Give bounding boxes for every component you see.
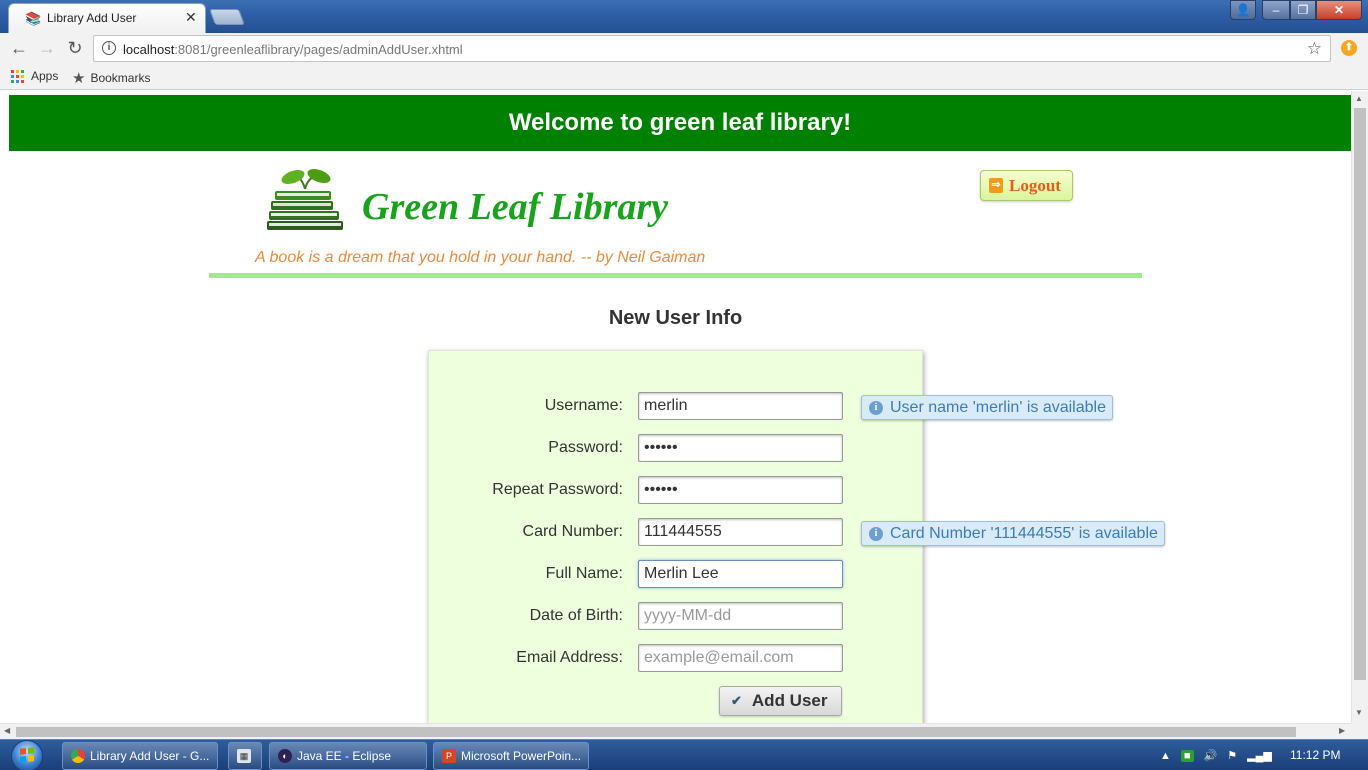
full-name-label: Full Name: — [545, 565, 623, 582]
windows-flag-icon — [20, 747, 34, 763]
card-number-message-text: Card Number '111444555' is available — [890, 524, 1158, 542]
windows-taskbar: Library Add User - G... ▦ ◐ Java EE - Ec… — [0, 739, 1368, 770]
tab-close-icon[interactable]: ✕ — [185, 9, 197, 26]
info-icon: i — [869, 400, 883, 415]
site-info-icon[interactable]: i — [102, 41, 116, 55]
repeat-password-label: Repeat Password: — [492, 481, 623, 498]
reload-icon[interactable]: ↻ — [65, 38, 85, 58]
minimize-button[interactable]: – — [1262, 0, 1290, 20]
show-hidden-icons-icon[interactable]: ▲ — [1160, 750, 1171, 762]
page-viewport: Welcome to green leaf library! Green Lea… — [0, 91, 1368, 723]
date-of-birth-input[interactable] — [638, 602, 843, 630]
star-icon: ★ — [72, 70, 86, 87]
email-input[interactable] — [638, 644, 843, 672]
url-path: :8081/greenleaflibrary/pages/adminAddUse… — [174, 42, 463, 57]
browser-tab[interactable]: 📚 Library Add User ✕ — [8, 3, 206, 33]
system-tray: ▲ ■ 🔊 ⚑ ▂▄▆ — [1160, 740, 1282, 770]
password-label: Password: — [548, 439, 623, 456]
scroll-left-arrow-icon[interactable]: ◀ — [4, 726, 10, 735]
forward-arrow-icon[interactable]: → — [37, 38, 57, 58]
checkmark-icon: ✔ — [731, 693, 742, 708]
exit-icon: ⇒ — [989, 178, 1003, 193]
scrollbar-corner — [1351, 723, 1368, 739]
card-number-label: Card Number: — [522, 523, 623, 540]
start-button[interactable] — [8, 740, 46, 770]
card-number-available-message: i Card Number '111444555' is available — [861, 521, 1165, 546]
apps-shortcut[interactable]: Apps — [11, 69, 58, 83]
library-brand-title: Green Leaf Library — [362, 186, 669, 228]
new-tab-button[interactable] — [209, 9, 245, 25]
scroll-down-arrow-icon[interactable]: ▼ — [1355, 708, 1363, 717]
taskbar-item-powerpoint[interactable]: P Microsoft PowerPoin... — [433, 742, 589, 770]
info-icon: i — [869, 526, 883, 541]
full-name-input[interactable] — [638, 560, 843, 588]
taskbar-label: Library Add User - G... — [90, 749, 210, 763]
vertical-scrollbar[interactable]: ▲ ▼ — [1351, 91, 1368, 723]
url-text[interactable]: localhost:8081/greenleaflibrary/pages/ad… — [123, 42, 463, 57]
logout-label: Logout — [1009, 175, 1061, 195]
add-user-button[interactable]: ✔ Add User — [719, 686, 842, 716]
apps-label: Apps — [31, 69, 59, 83]
form-title: New User Info — [608, 307, 743, 329]
apps-grid-icon — [11, 69, 24, 83]
username-available-message: i User name 'merlin' is available — [861, 395, 1113, 420]
card-number-input[interactable] — [638, 518, 843, 546]
browser-toolbar: ← → ↻ i localhost:8081/greenleaflibrary/… — [0, 33, 1368, 64]
logout-button[interactable]: ⇒ Logout — [980, 170, 1073, 201]
bookmarks-bar: Apps ★ Bookmarks — [0, 64, 1368, 90]
book-favicon-icon: 📚 — [25, 11, 42, 26]
volume-icon[interactable]: 🔊 — [1204, 749, 1218, 762]
bookmarks-folder[interactable]: ★ Bookmarks — [72, 69, 150, 87]
bookmarks-label: Bookmarks — [90, 71, 151, 85]
books-logo-icon — [267, 169, 343, 230]
eclipse-icon: ◐ — [278, 749, 292, 763]
back-arrow-icon[interactable]: ← — [9, 38, 29, 58]
repeat-password-input[interactable] — [638, 476, 843, 504]
extension-icon[interactable]: ⬆ — [1341, 40, 1357, 56]
horizontal-scrollbar[interactable]: ◀ ▶ — [0, 723, 1351, 739]
close-window-button[interactable]: ✕ — [1316, 0, 1362, 20]
username-label: Username: — [544, 397, 623, 414]
url-host: localhost — [123, 42, 175, 57]
window-controls: 👤 – ❐ ✕ — [1230, 0, 1362, 20]
username-message-text: User name 'merlin' is available — [890, 398, 1106, 416]
password-input[interactable] — [638, 434, 843, 462]
bookmark-star-icon[interactable]: ☆ — [1307, 39, 1322, 59]
taskbar-clock[interactable]: 11:12 PM — [1290, 748, 1340, 762]
taskbar-label: Java EE - Eclipse — [297, 749, 392, 763]
network-signal-icon[interactable]: ▂▄▆ — [1247, 749, 1272, 762]
taskbar-label: Microsoft PowerPoin... — [461, 749, 582, 763]
header-divider — [209, 273, 1142, 278]
add-user-label: Add User — [751, 691, 828, 710]
horizontal-scroll-thumb[interactable] — [16, 727, 1296, 737]
tray-app-icon[interactable]: ■ — [1180, 749, 1194, 762]
username-input[interactable] — [638, 392, 843, 420]
maximize-button[interactable]: ❐ — [1290, 0, 1316, 20]
welcome-banner: Welcome to green leaf library! — [9, 95, 1351, 151]
scroll-up-arrow-icon[interactable]: ▲ — [1355, 94, 1363, 103]
window-titlebar: 📚 Library Add User ✕ 👤 – ❐ ✕ — [0, 0, 1368, 33]
taskbar-item-calculator[interactable]: ▦ — [228, 742, 262, 770]
date-of-birth-label: Date of Birth: — [529, 607, 623, 624]
taskbar-item-eclipse[interactable]: ◐ Java EE - Eclipse — [269, 742, 427, 770]
profile-button[interactable]: 👤 — [1230, 0, 1256, 20]
calculator-icon: ▦ — [237, 749, 251, 763]
email-label: Email Address: — [516, 649, 623, 666]
tab-title: Library Add User — [47, 11, 137, 25]
library-quote: A book is a dream that you hold in your … — [255, 249, 706, 266]
powerpoint-icon: P — [442, 749, 456, 763]
chrome-icon — [71, 749, 85, 763]
vertical-scroll-thumb[interactable] — [1354, 108, 1366, 680]
scroll-right-arrow-icon[interactable]: ▶ — [1339, 726, 1345, 735]
taskbar-item-chrome[interactable]: Library Add User - G... — [62, 742, 218, 770]
action-center-flag-icon[interactable]: ⚑ — [1227, 749, 1237, 762]
address-bar[interactable]: i localhost:8081/greenleaflibrary/pages/… — [93, 35, 1331, 62]
